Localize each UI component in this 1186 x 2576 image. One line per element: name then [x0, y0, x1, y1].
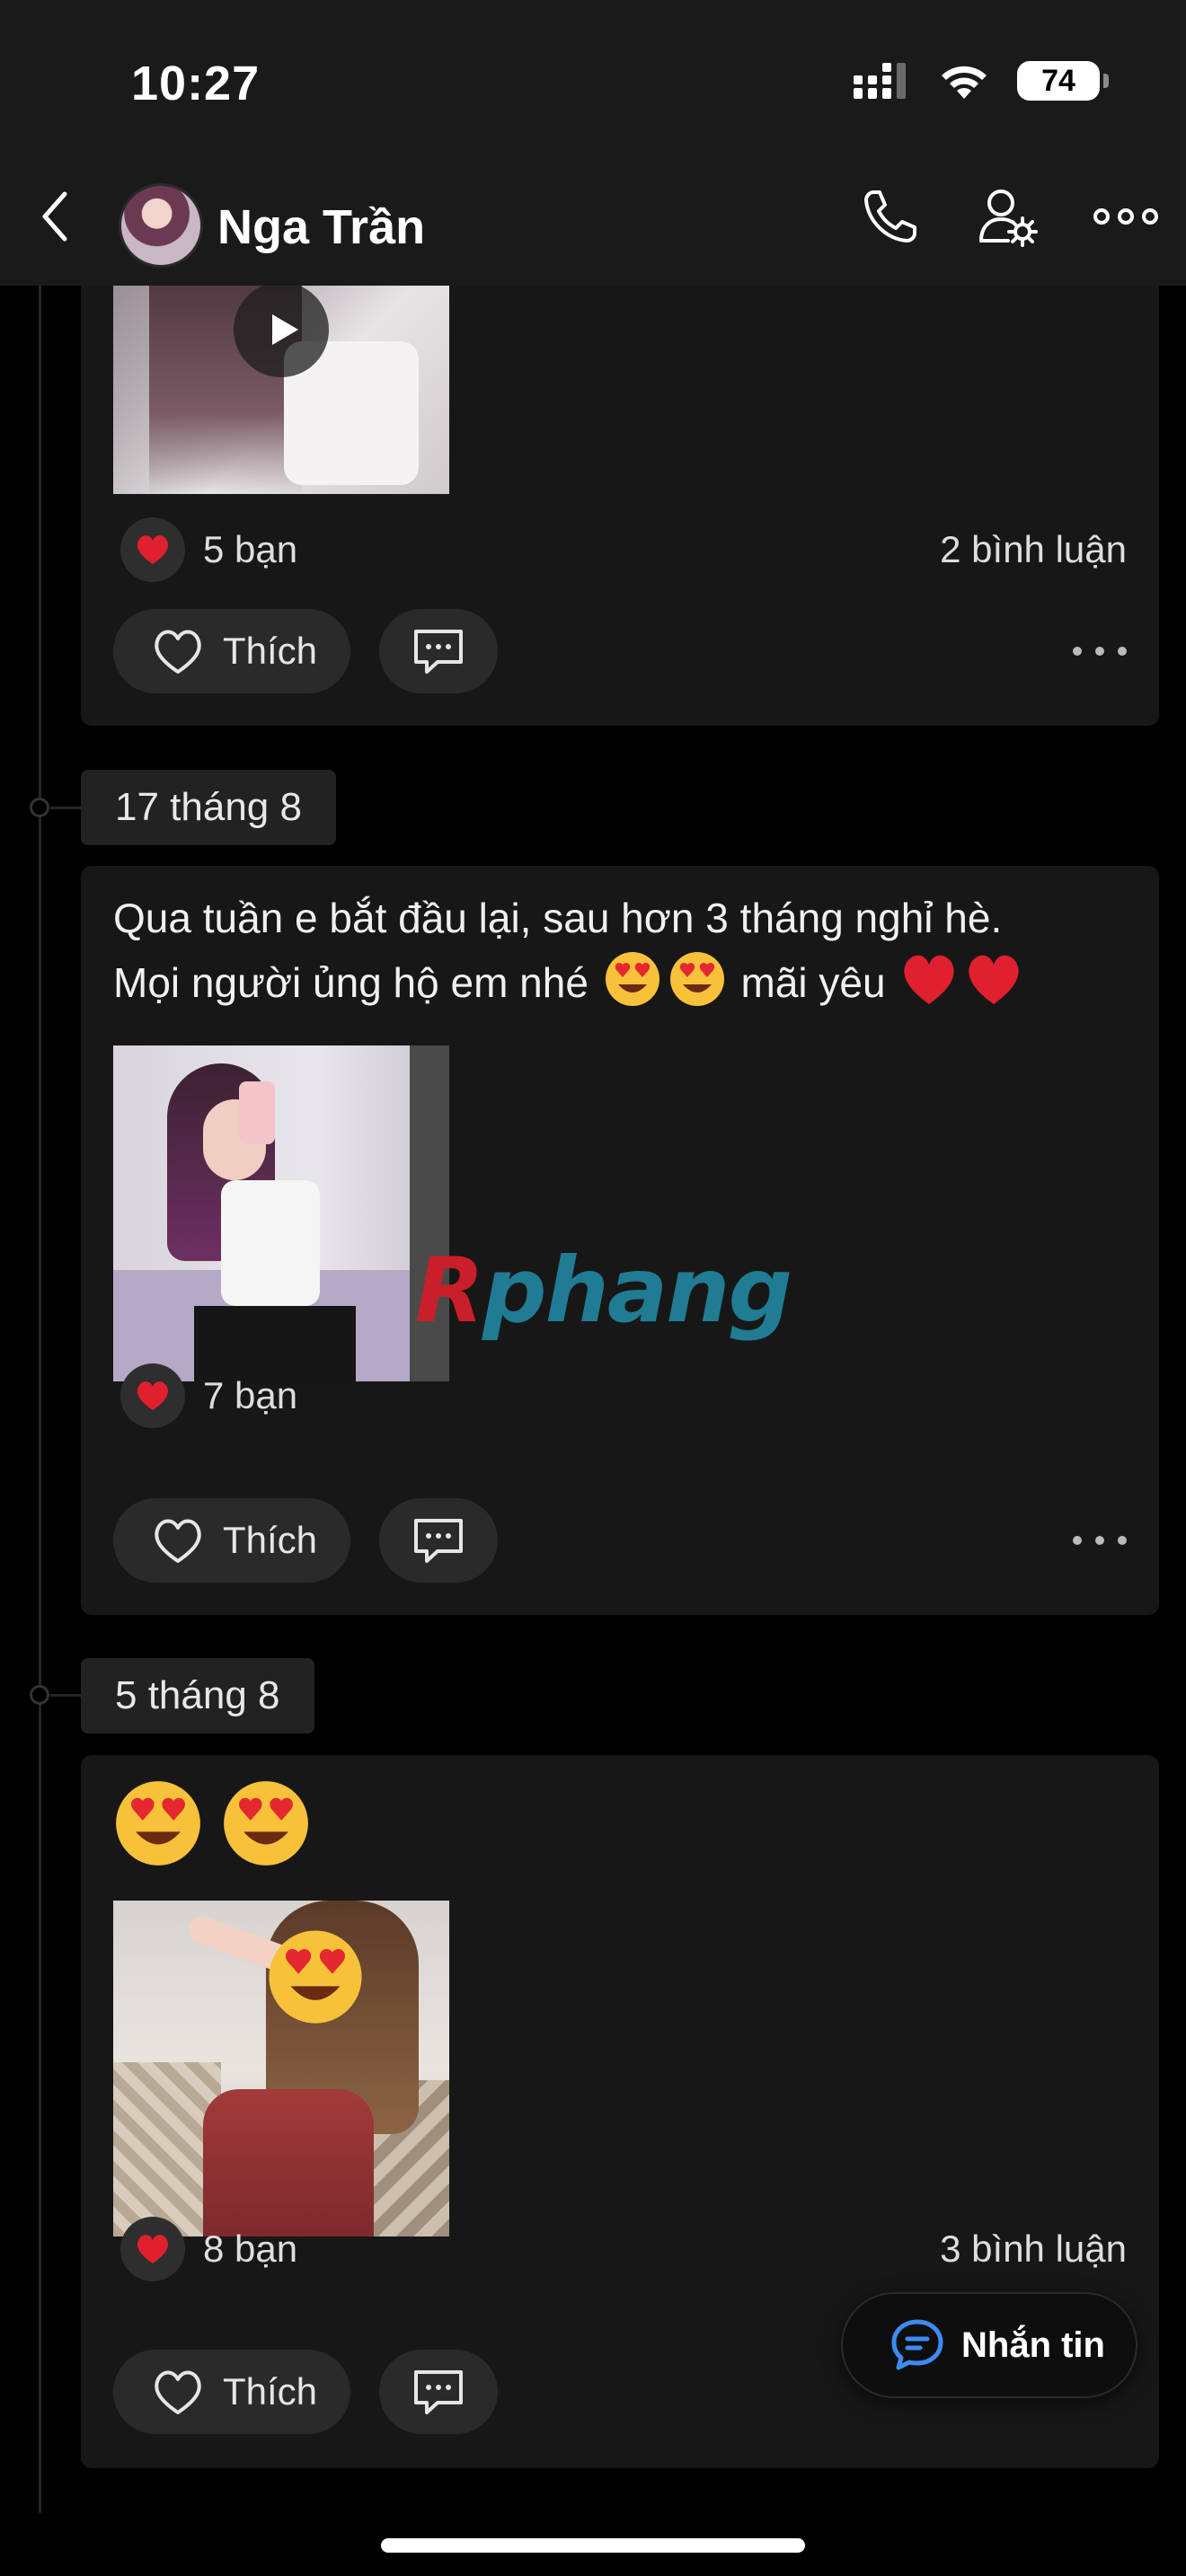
action-row: Thích [113, 1498, 1127, 1583]
post-more-button[interactable] [1073, 1520, 1127, 1561]
wifi-icon [942, 66, 987, 99]
reaction-row: 7 bạn [113, 1363, 1127, 1428]
like-label: Thích [223, 630, 318, 672]
action-row: Thích [113, 609, 1127, 693]
chat-bubble-icon [891, 2319, 943, 2370]
like-label: Thích [223, 1519, 318, 1561]
post-text: Qua tuần e bắt đầu lại, sau hơn 3 tháng … [113, 886, 1128, 1015]
contact-name[interactable]: Nga Trần [217, 199, 425, 255]
comment-icon [414, 1519, 463, 1563]
post-text-segment: mãi yêu [740, 959, 886, 1006]
comment-icon [414, 2370, 463, 2414]
watermark-rest: phang [482, 1238, 792, 1343]
like-button[interactable]: Thích [113, 2350, 350, 2434]
post-text-line: Mọi người ủng hộ em nhé mãi yêu [113, 950, 1128, 1015]
heart-eyes-emoji-icon [605, 952, 659, 1006]
heart-eyes-emoji-icon [269, 1930, 362, 2024]
status-icons: 74 [854, 61, 1109, 101]
phone-icon[interactable] [859, 185, 922, 248]
post-emoji-row [113, 1778, 329, 1868]
message-button[interactable]: Nhắn tin [841, 2292, 1137, 2398]
post-card: 5 bạn 2 bình luận Thích [81, 225, 1159, 726]
cellular-signal-icon [854, 63, 906, 99]
message-button-label: Nhắn tin [961, 2325, 1105, 2365]
post-text-line: Qua tuần e bắt đầu lại, sau hơn 3 tháng … [113, 895, 1003, 941]
comment-button[interactable] [379, 2350, 498, 2434]
reaction-count[interactable]: 5 bạn [203, 528, 297, 571]
reaction-badge[interactable] [120, 1363, 185, 1428]
top-bar: 10:27 74 Nga Trần [0, 0, 1186, 286]
more-icon[interactable] [1093, 185, 1159, 248]
reaction-badge[interactable] [120, 2217, 185, 2281]
heart-icon [137, 2235, 169, 2263]
heart-eyes-emoji-icon [669, 952, 724, 1006]
like-button[interactable]: Thích [113, 609, 350, 693]
back-chevron-icon[interactable] [32, 185, 77, 248]
heart-outline-icon [155, 630, 201, 674]
photo-phone-area [239, 1081, 275, 1144]
avatar[interactable] [119, 183, 203, 268]
post-photo[interactable] [113, 1045, 449, 1381]
reaction-count[interactable]: 7 bạn [203, 1374, 297, 1417]
user-settings-icon[interactable] [976, 185, 1039, 248]
status-time: 10:27 [131, 57, 261, 110]
timeline-dot [30, 798, 49, 817]
heart-outline-icon [155, 1519, 201, 1563]
watermark-first-letter: R [415, 1238, 484, 1343]
comment-button[interactable] [379, 1498, 498, 1583]
timeline-connector [50, 807, 83, 809]
home-indicator [381, 2538, 805, 2553]
reaction-count[interactable]: 8 bạn [203, 2228, 297, 2271]
post-more-button[interactable] [1073, 631, 1127, 672]
date-chip: 5 tháng 8 [81, 1658, 314, 1734]
like-label: Thích [223, 2370, 318, 2413]
red-heart-emoji-icon [969, 955, 1019, 1004]
comment-button[interactable] [379, 609, 498, 693]
comment-count[interactable]: 3 bình luận [940, 2228, 1127, 2271]
comment-icon [414, 630, 463, 674]
watermark: Rphang [415, 1238, 792, 1343]
post-photo[interactable] [113, 1901, 449, 2236]
play-icon[interactable] [232, 280, 331, 379]
battery-indicator: 74 [1017, 61, 1109, 101]
heart-outline-icon [155, 2370, 201, 2414]
timeline-line [39, 286, 41, 2513]
comment-count[interactable]: 2 bình luận [940, 528, 1127, 571]
heart-icon [137, 535, 169, 564]
post-text-segment: Mọi người ủng hộ em nhé [113, 959, 589, 1006]
photo-top-area [203, 2089, 374, 2236]
timeline-connector [50, 1694, 83, 1697]
heart-icon [137, 1381, 169, 1410]
page: 10:27 74 Nga Trần 5 bạn 2 bình luận Thíc… [0, 0, 1186, 2576]
timeline-dot [30, 1685, 49, 1705]
reaction-badge[interactable] [120, 517, 185, 582]
red-heart-emoji-icon [904, 955, 954, 1004]
reaction-row: 5 bạn 2 bình luận [113, 517, 1127, 582]
heart-eyes-emoji-icon [116, 1781, 200, 1866]
heart-eyes-emoji-icon [224, 1781, 308, 1866]
reaction-row: 8 bạn 3 bình luận [113, 2217, 1127, 2281]
like-button[interactable]: Thích [113, 1498, 350, 1583]
photo-top-area [221, 1180, 320, 1306]
date-chip: 17 tháng 8 [81, 770, 336, 845]
